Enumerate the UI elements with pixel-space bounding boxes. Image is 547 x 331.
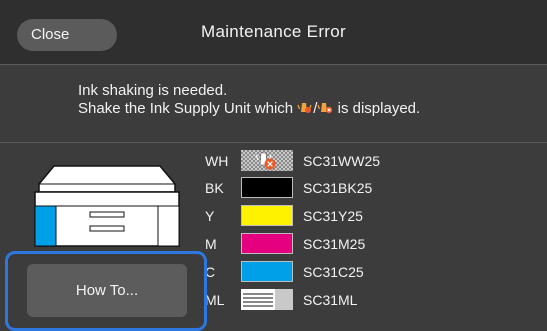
page-title: Maintenance Error	[201, 22, 346, 41]
shake-alert-icon	[317, 103, 333, 114]
ink-code: M	[205, 236, 217, 252]
ink-code: BK	[205, 180, 224, 196]
ink-name: SC31M25	[303, 236, 366, 252]
printer-illustration	[34, 165, 180, 247]
message-line-2-before: Shake the Ink Supply Unit which	[78, 100, 298, 117]
ink-swatch-bk	[241, 177, 293, 198]
message-line-2: Shake the Ink Supply Unit which / is dis…	[78, 100, 420, 118]
ink-name: SC31Y25	[303, 208, 363, 224]
ink-code: C	[205, 264, 216, 280]
ink-code: WH	[205, 153, 229, 169]
ink-swatch-m	[241, 233, 293, 254]
ink-name: SC31BK25	[303, 180, 373, 196]
ink-swatch-wh	[241, 150, 293, 171]
ink-name: SC31ML	[303, 292, 358, 308]
error-message: Ink shaking is needed. Shake the Ink Sup…	[78, 82, 420, 118]
ink-name: SC31WW25	[303, 153, 381, 169]
message-line-2-after: is displayed.	[333, 100, 421, 117]
ink-swatch-c	[241, 261, 293, 282]
header-bar: Close Maintenance Error	[0, 0, 547, 65]
message-line-1: Ink shaking is needed.	[78, 82, 228, 99]
ink-swatch-ml	[241, 289, 293, 310]
divider	[0, 142, 547, 143]
ink-code: ML	[205, 292, 225, 308]
ink-name: SC31C25	[303, 264, 364, 280]
how-to-button[interactable]: How To...	[27, 264, 187, 317]
ink-swatch-y	[241, 205, 293, 226]
ink-code: Y	[205, 208, 215, 224]
shake-icon	[297, 103, 312, 113]
